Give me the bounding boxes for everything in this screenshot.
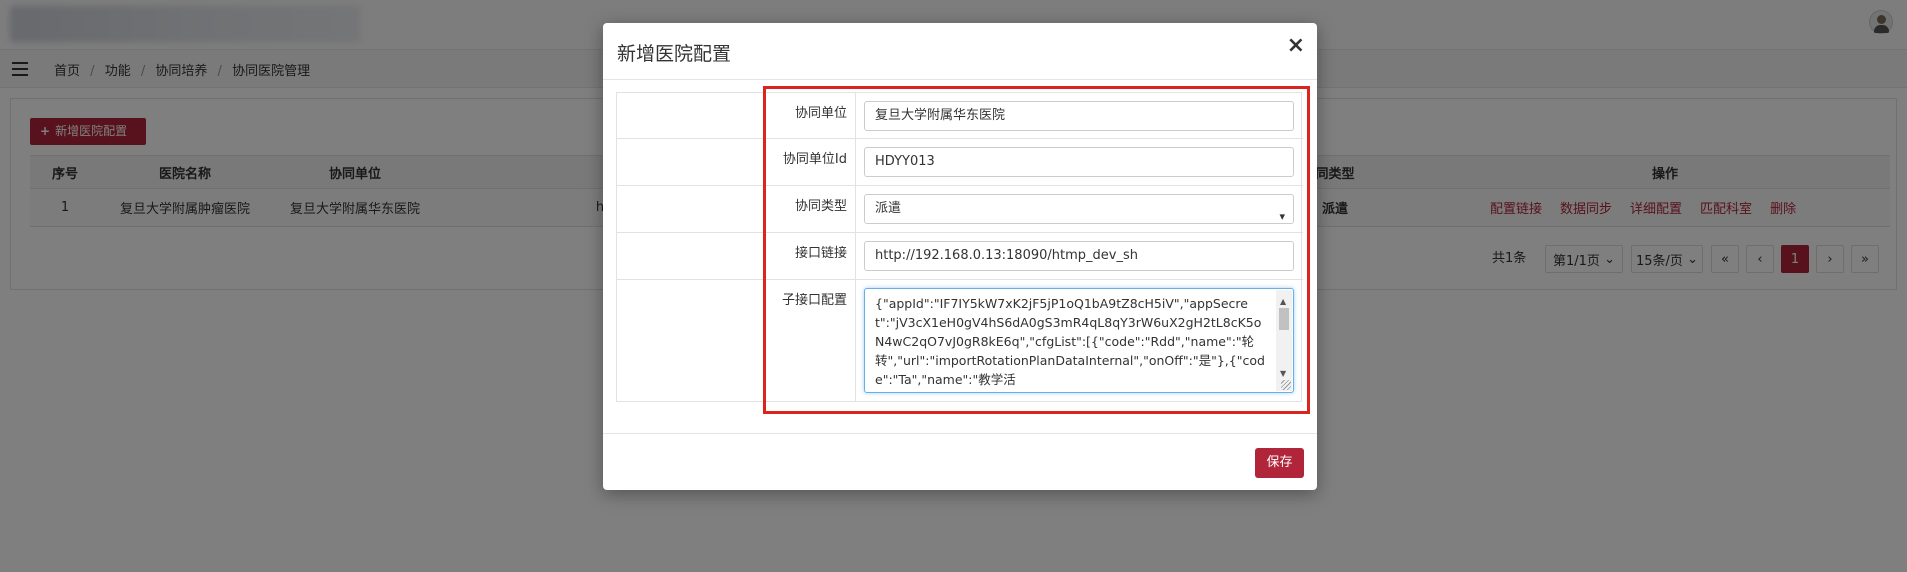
close-icon[interactable]: × xyxy=(1287,35,1305,57)
empty-cell xyxy=(617,233,766,279)
modal-footer: 保存 xyxy=(603,433,1317,490)
annotation-highlight-box xyxy=(763,86,1310,414)
empty-cell xyxy=(617,186,766,232)
empty-cell xyxy=(617,280,766,402)
empty-cell xyxy=(617,93,766,138)
modal-title: 新增医院配置 xyxy=(617,43,732,65)
modal-header: 新增医院配置 × xyxy=(603,23,1317,80)
empty-cell xyxy=(617,139,766,185)
save-button[interactable]: 保存 xyxy=(1255,448,1304,478)
